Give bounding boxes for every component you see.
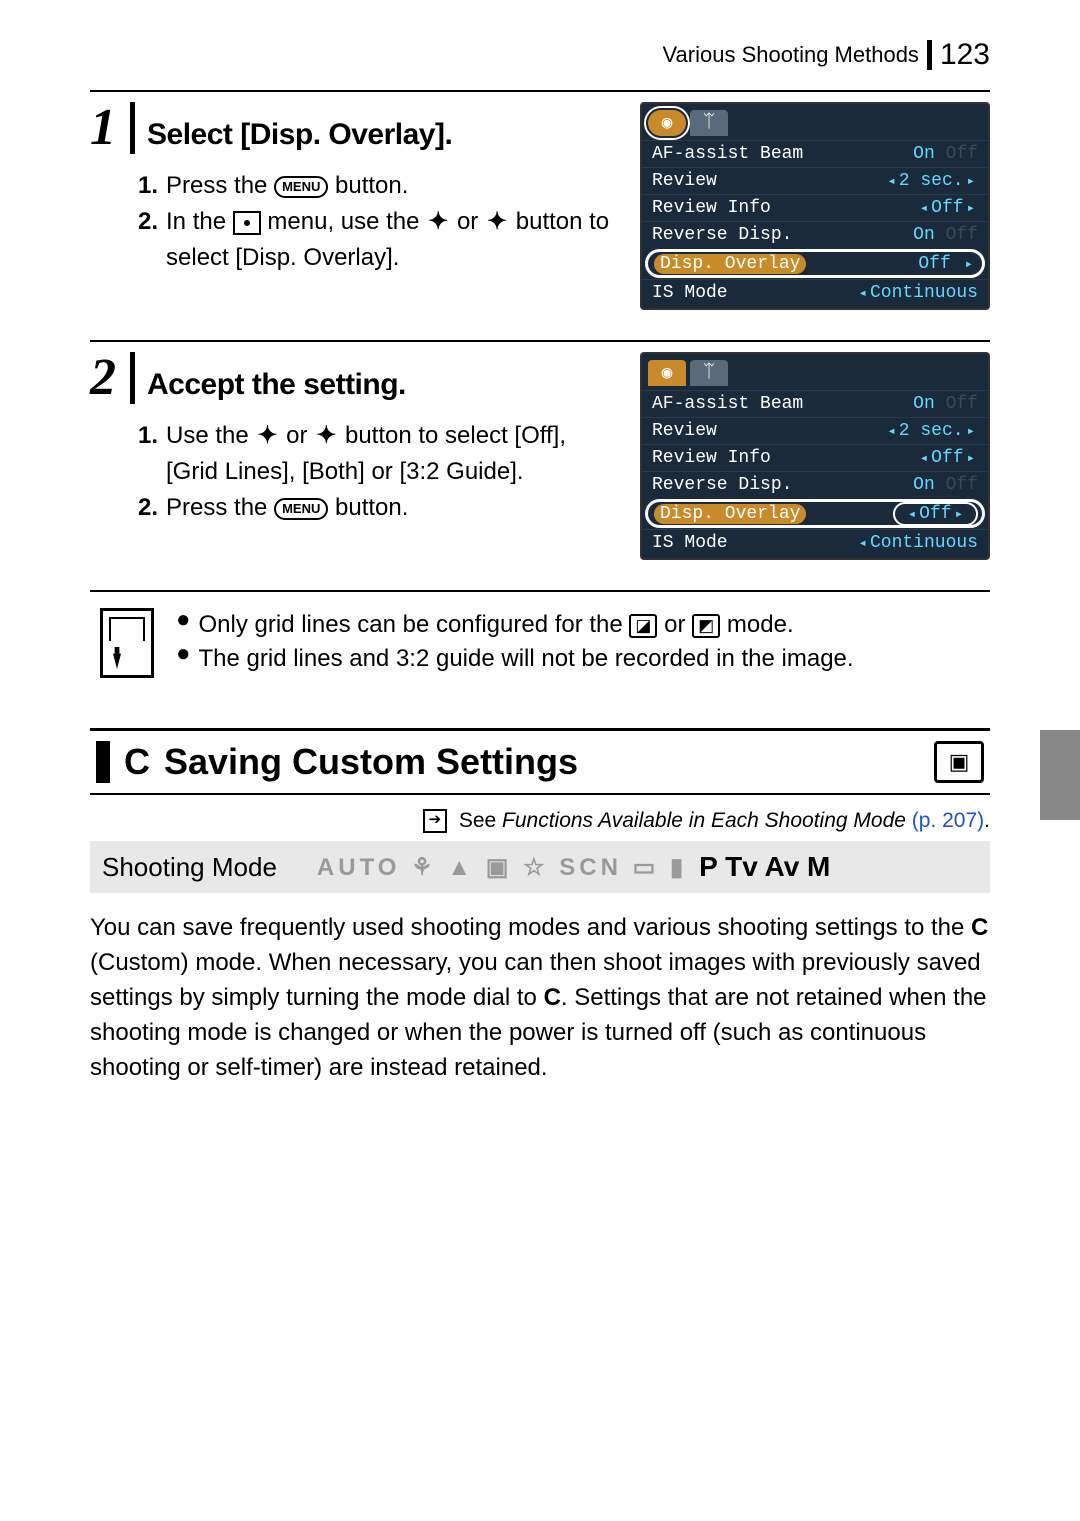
unavailable-modes: AUTO ⚘ ▲ ▣ ☆ SCN ▭ ▮	[317, 853, 687, 882]
down-arrow-icon: ✦	[485, 208, 509, 235]
step-title: Accept the setting.	[147, 368, 406, 402]
stitch-right-mode-icon: ◩	[692, 614, 720, 638]
substep: 1. Press the MENU button.	[138, 168, 620, 204]
section-accent	[96, 741, 110, 783]
shooting-mode-label: Shooting Mode	[102, 852, 277, 883]
tools-tab-icon: ᛠ	[690, 360, 728, 386]
note-icon	[100, 608, 154, 678]
available-modes: P Tv Av M	[699, 851, 830, 883]
header-section-label: Various Shooting Methods	[663, 42, 919, 68]
step-2: 2 Accept the setting. 1. Use the ✦ or ✦ …	[90, 342, 990, 590]
step-1: 1 Select [Disp. Overlay]. 1. Press the M…	[90, 92, 990, 340]
lcd-screenshot: ◉ ᛠ AF-assist BeamOn Off Review◂2 sec.▸ …	[640, 352, 990, 560]
lcd-screenshot: ◉ ᛠ AF-assist BeamOn Off Review◂2 sec.▸ …	[640, 102, 990, 310]
left-arrow-icon: ✦	[255, 422, 279, 449]
tools-tab-icon: ᛠ	[690, 110, 728, 136]
note-box: ●Only grid lines can be configured for t…	[90, 592, 990, 708]
step-number: 1	[90, 102, 135, 154]
lcd-highlighted-row: Disp. Overlay◂Off▸	[646, 500, 984, 527]
menu-button-icon: MENU	[274, 176, 328, 198]
lcd-highlighted-row: Disp. OverlayOff ▸	[646, 250, 984, 277]
up-arrow-icon: ✦	[426, 208, 450, 235]
custom-c-inline-icon: C	[544, 984, 561, 1011]
see-reference: ➔ See Functions Available in Each Shooti…	[90, 795, 990, 841]
page-side-tab	[1040, 730, 1080, 820]
step-number: 2	[90, 352, 135, 404]
substep: 2. In the menu, use the ✦ or ✦ button to…	[138, 204, 620, 276]
stitch-left-mode-icon: ◪	[629, 614, 657, 638]
section-title: Saving Custom Settings	[164, 741, 920, 783]
menu-button-icon: MENU	[274, 498, 328, 520]
camera-tab-icon: ◉	[648, 110, 686, 136]
shooting-mode-strip: Shooting Mode AUTO ⚘ ▲ ▣ ☆ SCN ▭ ▮ P Tv …	[90, 841, 990, 893]
camera-icon: ▣	[934, 741, 984, 783]
camera-menu-icon	[233, 211, 261, 235]
page: Various Shooting Methods 123 1 Select [D…	[0, 0, 1080, 1285]
section-body-text: You can save frequently used shooting mo…	[90, 911, 990, 1085]
custom-mode-icon: C	[124, 741, 150, 783]
substep: 1. Use the ✦ or ✦ button to select [Off]…	[138, 418, 620, 490]
section-header: C Saving Custom Settings ▣	[90, 728, 990, 795]
page-number: 123	[927, 40, 990, 70]
reference-arrow-icon: ➔	[423, 809, 447, 833]
right-arrow-icon: ✦	[314, 422, 338, 449]
camera-tab-icon: ◉	[648, 360, 686, 386]
substep: 2. Press the MENU button.	[138, 490, 620, 526]
page-header: Various Shooting Methods 123	[90, 40, 990, 70]
step-title: Select [Disp. Overlay].	[147, 118, 452, 152]
custom-c-inline-icon: C	[971, 914, 988, 941]
